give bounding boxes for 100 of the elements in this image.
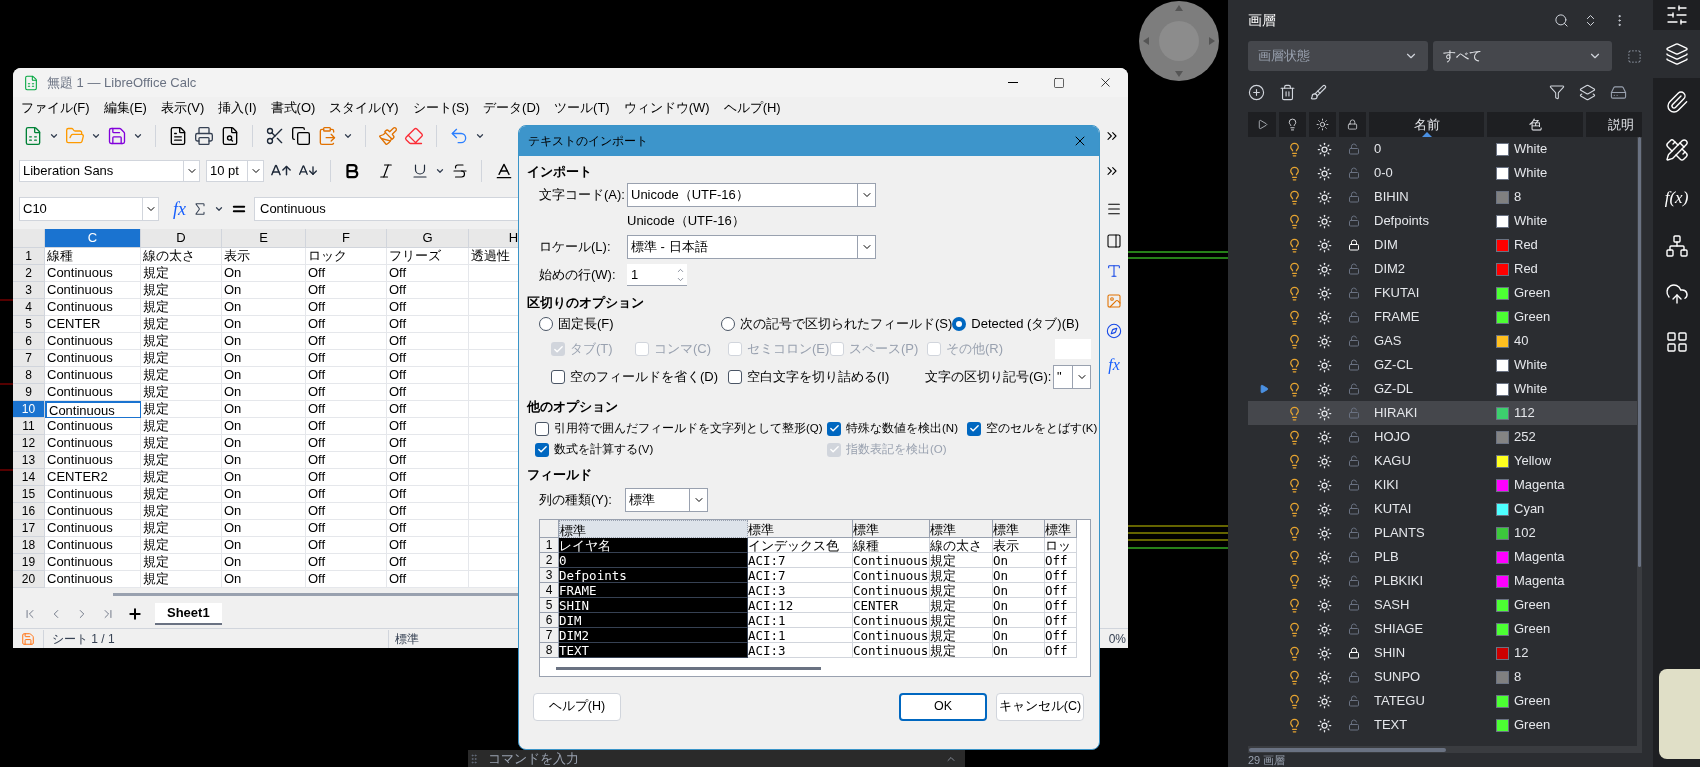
sheet-tab[interactable]: Sheet1 xyxy=(155,603,222,625)
italic-icon[interactable] xyxy=(377,162,395,180)
properties-icon[interactable] xyxy=(1106,233,1122,249)
checkbox[interactable] xyxy=(535,421,549,436)
radio-button[interactable] xyxy=(721,317,735,331)
sun-icon[interactable] xyxy=(1316,165,1332,181)
color-swatch[interactable] xyxy=(1496,718,1509,732)
column-header[interactable]: G xyxy=(387,229,469,248)
lock-icon[interactable] xyxy=(1348,647,1360,659)
menu-item[interactable]: 表示(V) xyxy=(160,98,205,118)
row-header[interactable]: 5 xyxy=(13,316,45,333)
dialog-button[interactable]: ヘルプ(H) xyxy=(533,692,621,721)
grid-icon[interactable] xyxy=(1664,330,1689,354)
checkbox[interactable] xyxy=(967,421,981,436)
menu-item[interactable]: ファイル(F) xyxy=(21,98,90,118)
sliders-icon[interactable] xyxy=(1664,3,1689,27)
row-header[interactable]: 9 xyxy=(13,384,45,401)
column-header[interactable]: C xyxy=(45,229,141,248)
menu-item[interactable]: シート(S) xyxy=(412,98,470,118)
copy-icon[interactable] xyxy=(291,126,311,146)
layer-tool-icon[interactable] xyxy=(1579,83,1596,101)
menu-item[interactable]: スタイル(Y) xyxy=(329,98,399,118)
checkbox[interactable] xyxy=(551,370,565,384)
sun-icon[interactable] xyxy=(1316,669,1332,685)
paperclip-icon[interactable] xyxy=(1664,90,1689,114)
menu-item[interactable]: データ(D) xyxy=(483,98,541,118)
color-swatch[interactable] xyxy=(1496,262,1509,276)
unlock-icon[interactable] xyxy=(1348,287,1360,299)
layer-row[interactable]: PLBKIKI Magenta xyxy=(1248,569,1637,593)
layer-filter-dropdown[interactable]: すべて xyxy=(1433,41,1612,71)
color-swatch[interactable] xyxy=(1496,334,1509,348)
color-swatch[interactable] xyxy=(1496,550,1509,564)
caret-icon[interactable] xyxy=(133,131,143,141)
color-swatch[interactable] xyxy=(1496,238,1509,252)
row-header[interactable]: 8 xyxy=(13,367,45,384)
layer-row[interactable]: PLANTS 102 xyxy=(1248,521,1637,545)
sun-icon[interactable] xyxy=(1316,333,1332,349)
paste-icon[interactable] xyxy=(317,126,337,146)
color-swatch[interactable] xyxy=(1496,190,1509,204)
print-icon[interactable] xyxy=(194,126,214,146)
drafting-icon[interactable] xyxy=(1664,138,1689,162)
unlock-icon[interactable] xyxy=(1348,455,1360,467)
column-header[interactable]: 名前 xyxy=(1369,112,1484,137)
row-header[interactable]: 13 xyxy=(13,452,45,469)
color-swatch[interactable] xyxy=(1496,454,1509,468)
row-header[interactable]: 3 xyxy=(13,282,45,299)
layer-row[interactable]: PLB Magenta xyxy=(1248,545,1637,569)
row-header[interactable]: 2 xyxy=(13,265,45,282)
layer-state-dropdown[interactable]: 画層状態 xyxy=(1248,41,1428,71)
column-header[interactable]: 色 xyxy=(1487,112,1583,137)
row-header[interactable]: 4 xyxy=(13,299,45,316)
unlock-icon[interactable] xyxy=(1348,551,1360,563)
locale-dropdown[interactable]: 標準 - 日本語 xyxy=(627,235,876,259)
font-size-field[interactable]: 10 pt xyxy=(206,160,264,182)
preview-column-header[interactable]: 標準 xyxy=(559,519,748,538)
row-header[interactable]: 20 xyxy=(13,571,45,588)
layer-row[interactable]: GZ-CL White xyxy=(1248,353,1637,377)
add-layer-icon[interactable] xyxy=(1248,83,1265,101)
layer-row[interactable]: FRAME Green xyxy=(1248,305,1637,329)
paintbrush-icon[interactable] xyxy=(378,126,398,146)
bold-icon[interactable] xyxy=(343,162,361,180)
row-header[interactable]: 16 xyxy=(13,503,45,520)
unlock-icon[interactable] xyxy=(1348,671,1360,683)
sun-icon[interactable] xyxy=(1316,549,1332,565)
lock-icon[interactable] xyxy=(1348,239,1360,251)
color-swatch[interactable] xyxy=(1496,430,1509,444)
color-swatch[interactable] xyxy=(1496,310,1509,324)
column-header[interactable]: F xyxy=(306,229,387,248)
sun-icon[interactable] xyxy=(1316,405,1332,421)
unlock-icon[interactable] xyxy=(1348,623,1360,635)
layer-row[interactable]: TEXT Green xyxy=(1248,713,1637,737)
bulb-column-icon[interactable] xyxy=(1286,118,1299,131)
column-header[interactable]: D xyxy=(141,229,222,248)
caret-icon[interactable] xyxy=(49,131,59,141)
menu-item[interactable]: 挿入(I) xyxy=(218,98,257,118)
menu-item[interactable]: 書式(O) xyxy=(270,98,316,118)
layer-row[interactable]: DIM2 Red xyxy=(1248,257,1637,281)
sun-icon[interactable] xyxy=(1316,189,1332,205)
unlock-icon[interactable] xyxy=(1348,263,1360,275)
navigator-icon[interactable] xyxy=(1106,323,1122,339)
layer-row[interactable]: DIM Red xyxy=(1248,233,1637,257)
print-preview-icon[interactable] xyxy=(220,126,240,146)
layer-row[interactable]: SUNPO 8 xyxy=(1248,665,1637,689)
color-swatch[interactable] xyxy=(1496,694,1509,708)
delete-icon[interactable] xyxy=(1279,83,1296,101)
save-icon[interactable] xyxy=(107,126,127,146)
preview-column-header[interactable]: 標準 xyxy=(748,519,853,538)
checkbox[interactable] xyxy=(728,370,742,384)
delimiter-dropdown[interactable]: " xyxy=(1053,365,1091,389)
unlock-icon[interactable] xyxy=(1348,503,1360,515)
sun-icon[interactable] xyxy=(1316,213,1332,229)
sun-icon[interactable] xyxy=(1316,357,1332,373)
underline-icon[interactable] xyxy=(411,162,429,180)
row-header[interactable]: 11 xyxy=(13,418,45,435)
tree-icon[interactable] xyxy=(1664,234,1689,258)
add-sheet-icon[interactable] xyxy=(127,606,143,622)
layer-row[interactable]: HIRAKI 112 xyxy=(1248,401,1637,425)
sun-icon[interactable] xyxy=(1316,429,1332,445)
brush-icon[interactable] xyxy=(1310,83,1327,101)
navigation-wheel[interactable] xyxy=(1138,0,1220,82)
